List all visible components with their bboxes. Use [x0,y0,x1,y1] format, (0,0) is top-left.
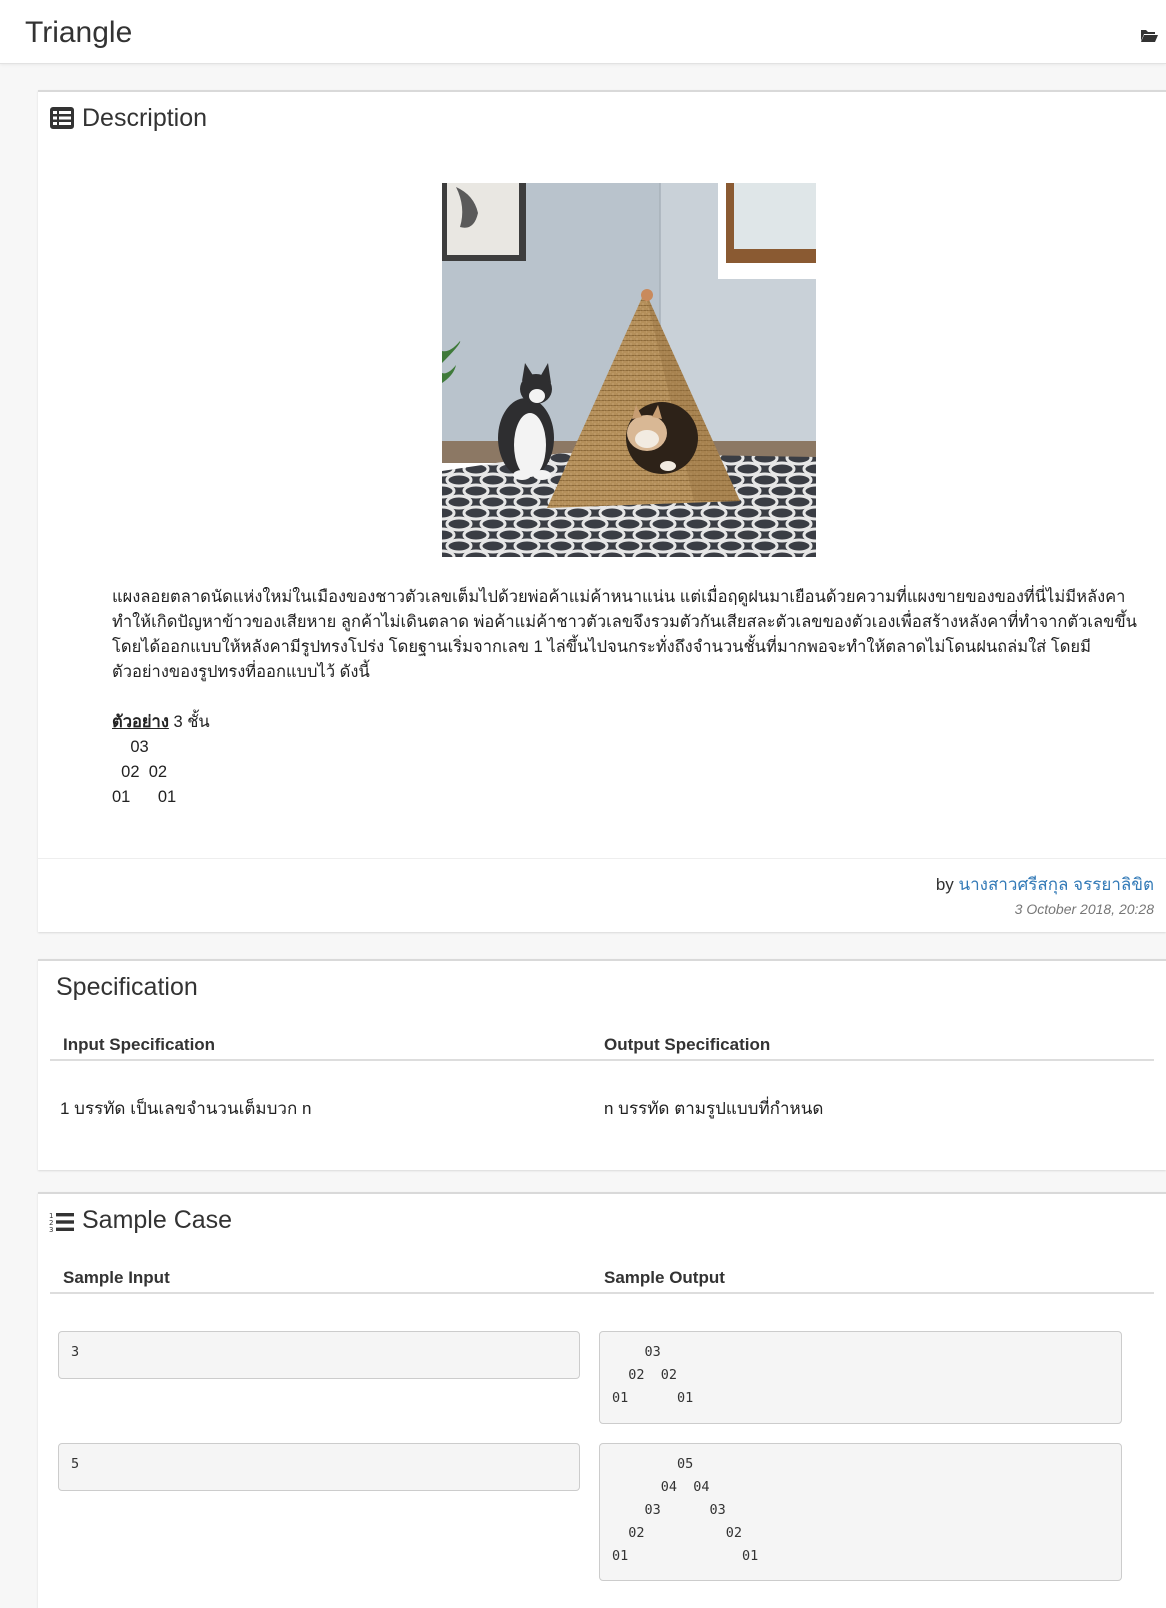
author-line: by นางสาวศรีสกุล จรรยาลิขิต [936,871,1154,898]
by-label: by [935,875,959,894]
top-bar: Triangle [0,0,1166,64]
specification-heading: Specification [56,973,198,1001]
list-alt-icon [50,107,74,129]
list-ol-icon: 1 2 3 [49,1212,74,1233]
svg-text:3: 3 [49,1226,53,1233]
sample-output-1-text: 03 02 02 01 01 [612,1344,694,1406]
sample-output-1[interactable]: 03 02 02 01 01 [599,1331,1122,1424]
description-panel: Description แผงลอยตลาดนัดแห่งใหม่ในเมือง… [38,90,1166,932]
problem-title: Triangle [25,16,133,49]
author-link[interactable]: นางสาวศรีสกุล จรรยาลิขิต [959,875,1154,894]
sample-table-header: Sample Input Sample Output [50,1250,1154,1294]
post-date: 3 October 2018, 20:28 [1014,901,1154,917]
description-line-2: ทำให้เกิดปัญหาข้าวของเสียหาย ลูกค้าไม่เด… [112,613,1137,631]
description-line-4: ตัวอย่างของรูปทรงที่ออกแบบไว้ ดังนี้ [112,663,370,681]
sample-input-header: Sample Input [63,1268,170,1287]
description-line-3: โดยได้ออกแบบให้หลังคามีรูปทรงโปร่ง โดยฐา… [112,638,1091,656]
input-spec-header: Input Specification [63,1035,216,1054]
output-spec-header: Output Specification [604,1035,771,1054]
description-footer: by นางสาวศรีสกุล จรรยาลิขิต 3 October 20… [38,858,1166,931]
folder-open-icon[interactable] [1140,27,1158,43]
sample-output-header: Sample Output [604,1268,725,1287]
specification-panel: Specification Input Specification Output… [38,959,1166,1170]
example-label: ตัวอย่าง [112,713,169,731]
sample-output-2[interactable]: 05 04 04 03 03 02 02 01 01 [599,1443,1122,1581]
sample-input-1-text: 3 [71,1344,80,1360]
output-spec-text: n บรรทัด ตามรูปแบบที่กำหนด [604,1099,824,1118]
specification-table-header: Input Specification Output Specification [50,1017,1154,1061]
description-line-1: แผงลอยตลาดนัดแห่งใหม่ในเมืองของชาวตัวเลข… [112,588,1126,606]
description-heading: Description [82,104,208,132]
sample-input-1[interactable]: 3 [58,1331,580,1379]
sample-case-heading: Sample Case [82,1206,233,1234]
sample-case-panel: 1 2 3 Sample Case Sample Input Sample Ou… [38,1192,1166,1608]
example-title: ตัวอย่าง 3 ชั้น [112,710,1162,735]
example-suffix: 3 ชั้น [168,713,210,731]
example-block: ตัวอย่าง 3 ชั้น 03 02 02 01 01 [112,710,1162,810]
description-body: แผงลอยตลาดนัดแห่งใหม่ในเมืองของชาวตัวเลข… [112,585,1162,810]
sample-output-2-text: 05 04 04 03 03 02 02 01 01 [612,1456,759,1564]
input-spec-text: 1 บรรทัด เป็นเลขจำนวนเต็มบวก n [60,1099,312,1118]
sample-input-2-text: 5 [71,1456,80,1472]
cat-pyramid-image [442,183,816,557]
sample-input-2[interactable]: 5 [58,1443,580,1491]
example-pattern: 03 02 02 01 01 [112,738,177,806]
